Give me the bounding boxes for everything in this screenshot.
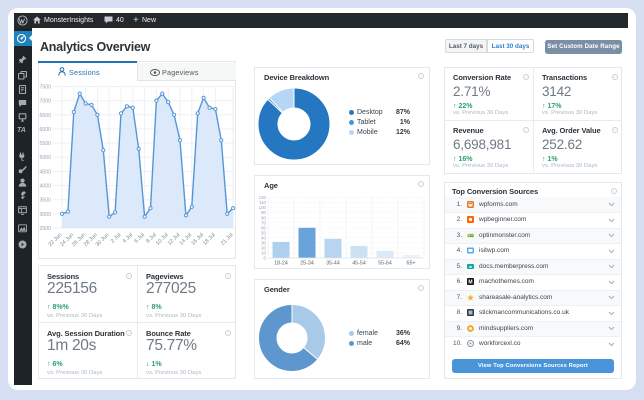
svg-text:20: 20	[261, 246, 266, 251]
svg-text:3000: 3000	[39, 212, 51, 218]
svg-text:4500: 4500	[39, 169, 51, 175]
svg-text:65+: 65+	[407, 261, 416, 267]
svg-text:30: 30	[261, 241, 266, 246]
svg-text:35-44: 35-44	[326, 261, 340, 267]
svg-text:18 Jul: 18 Jul	[202, 232, 217, 247]
svg-text:70: 70	[261, 220, 266, 225]
svg-text:110: 110	[259, 200, 267, 205]
svg-text:45-54: 45-54	[352, 261, 366, 267]
svg-text:7000: 7000	[39, 99, 51, 105]
svg-text:6 Jul: 6 Jul	[134, 232, 146, 244]
svg-text:40: 40	[261, 235, 266, 240]
svg-text:12 Jul: 12 Jul	[167, 232, 182, 247]
svg-text:50: 50	[261, 230, 266, 235]
svg-text:6000: 6000	[39, 127, 51, 133]
svg-text:0: 0	[264, 256, 267, 261]
svg-text:2 Jul: 2 Jul	[110, 232, 122, 244]
svg-text:m: m	[469, 264, 473, 269]
svg-text:30 Jun: 30 Jun	[95, 232, 111, 248]
svg-text:4 Jul: 4 Jul	[122, 232, 134, 244]
svg-text:10 Jul: 10 Jul	[155, 232, 170, 247]
svg-text:60: 60	[261, 225, 266, 230]
svg-text:25-34: 25-34	[300, 261, 314, 267]
svg-text:16 Jul: 16 Jul	[190, 232, 205, 247]
svg-text:55-64: 55-64	[378, 261, 392, 267]
svg-text:90: 90	[261, 210, 266, 215]
svg-text:6500: 6500	[39, 113, 51, 119]
svg-text:100: 100	[259, 205, 267, 210]
svg-text:5000: 5000	[39, 155, 51, 161]
svg-text:10: 10	[261, 251, 266, 256]
svg-text:3500: 3500	[39, 198, 51, 204]
svg-text:7500: 7500	[39, 85, 51, 91]
svg-text:2500: 2500	[39, 226, 51, 232]
svg-text:4000: 4000	[39, 184, 51, 190]
svg-text:21 Jul: 21 Jul	[220, 232, 235, 247]
svg-text:80: 80	[261, 215, 266, 220]
svg-text:5500: 5500	[39, 141, 51, 147]
svg-text:120: 120	[259, 195, 267, 200]
svg-text:18-24: 18-24	[274, 261, 288, 267]
svg-text:14 Jul: 14 Jul	[179, 232, 194, 247]
svg-text:M: M	[468, 280, 472, 286]
